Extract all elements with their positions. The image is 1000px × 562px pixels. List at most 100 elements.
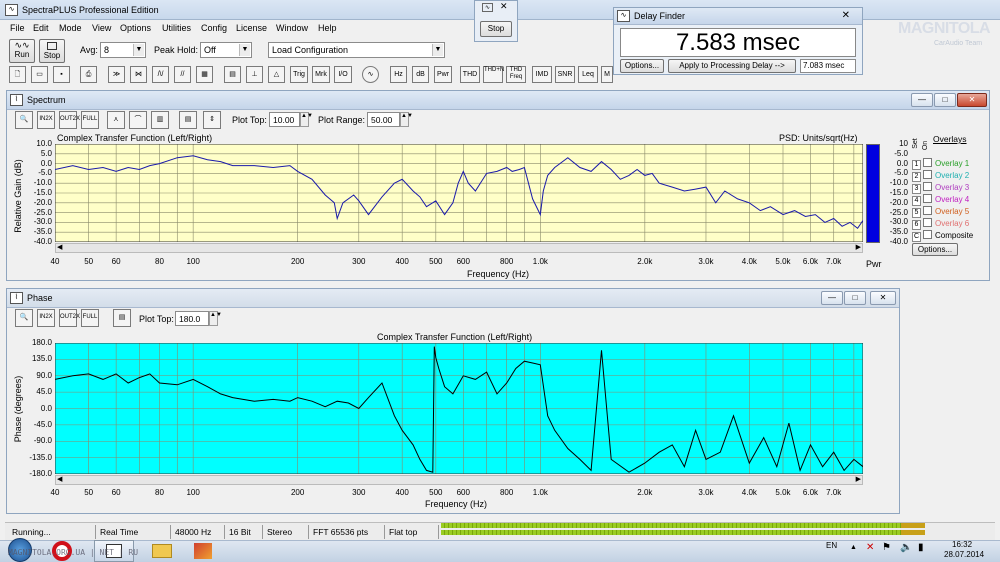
leq-button[interactable]: Leq [578, 66, 598, 83]
menu-mode[interactable]: Mode [59, 23, 82, 33]
menu-license[interactable]: License [236, 23, 267, 33]
stop-button[interactable]: Stop [39, 39, 65, 63]
phase-plot-top-spinner[interactable]: ▲▼ [209, 311, 222, 326]
overlay-row-composite[interactable]: C Composite [912, 230, 973, 242]
load-config-select[interactable]: Load Configuration ▼ [268, 42, 445, 58]
menu-view[interactable]: View [92, 23, 111, 33]
overlay-checkbox[interactable] [923, 158, 932, 167]
clock-date[interactable]: 28.07.2014 [944, 550, 984, 559]
triangle-icon[interactable]: △ [268, 66, 285, 83]
overlay-row-1[interactable]: 1 Overlay 1 [912, 158, 969, 170]
calc-icon[interactable]: ▤ [179, 111, 197, 129]
minimize-icon[interactable]: — [911, 93, 933, 107]
menu-options[interactable]: Options [120, 23, 151, 33]
overlay-options-button[interactable]: Options... [912, 243, 958, 256]
mrk-button[interactable]: Mrk [312, 66, 330, 83]
zoom-full-icon[interactable]: FULL [81, 309, 99, 327]
peak-hold-select[interactable]: Off ▼ [200, 42, 252, 58]
paint-taskbar-icon[interactable] [188, 540, 218, 562]
zoom-full-icon[interactable]: FULL [81, 111, 99, 129]
tray-arrow-icon[interactable]: ▲ [850, 544, 857, 551]
thdn-button[interactable]: THD+N [483, 66, 504, 83]
overlay-checkbox[interactable] [923, 182, 932, 191]
delay-options-button[interactable]: Options... [620, 59, 664, 73]
io-button[interactable]: I/O [334, 66, 352, 83]
bar-display-icon[interactable]: ▥ [151, 111, 169, 129]
sine-icon[interactable]: ∿ [362, 66, 379, 83]
imd-button[interactable]: IMD [532, 66, 552, 83]
plot-range-spinner[interactable]: ▲▼ [400, 112, 413, 127]
scroll-right-icon[interactable]: ▶ [856, 475, 861, 483]
spectrum-scrollbar[interactable]: ◀ ▶ [55, 243, 863, 253]
calc-icon[interactable]: ▤ [113, 309, 131, 327]
scroll-right-icon[interactable]: ▶ [856, 243, 861, 251]
wave-icon[interactable]: /\/ [152, 66, 169, 83]
run-button[interactable]: ∿∿ Run [9, 39, 35, 63]
open-icon[interactable]: ▭ [31, 66, 48, 83]
trig-button[interactable]: Trig [290, 66, 308, 83]
spectrum-plot[interactable] [55, 144, 863, 242]
flag-icon[interactable]: ⚑ [882, 542, 891, 553]
calc-icon[interactable]: ▤ [224, 66, 241, 83]
snr-button[interactable]: SNR [555, 66, 575, 83]
sweep-icon[interactable]: // [174, 66, 191, 83]
overlay-row-2[interactable]: 2 Overlay 2 [912, 170, 969, 182]
overlay-row-6[interactable]: 6 Overlay 6 [912, 218, 969, 230]
scope-icon[interactable]: ⋈ [130, 66, 147, 83]
menu-edit[interactable]: Edit [33, 23, 49, 33]
peak-display-icon[interactable]: ⋏ [107, 111, 125, 129]
power-icon[interactable]: ▮ [918, 542, 924, 553]
maximize-icon[interactable]: □ [934, 93, 956, 107]
close-icon[interactable]: ✕ [842, 10, 850, 21]
overlay-set-button[interactable]: 3 [912, 184, 921, 194]
minimize-icon[interactable]: — [821, 291, 843, 305]
overlay-set-button[interactable]: 4 [912, 196, 921, 206]
overlay-row-5[interactable]: 5 Overlay 5 [912, 206, 969, 218]
menu-help[interactable]: Help [318, 23, 337, 33]
menu-file[interactable]: File [10, 23, 25, 33]
zoom-icon[interactable]: 🔍 [15, 309, 33, 327]
new-icon[interactable]: 🗋 [9, 66, 26, 83]
thd-freq-button[interactable]: THD Freq [506, 66, 526, 83]
language-indicator[interactable]: EN [826, 541, 837, 550]
menu-config[interactable]: Config [201, 23, 227, 33]
zoom-icon[interactable]: 🔍 [15, 111, 33, 129]
zoom-out-2x-icon[interactable]: OUT2X [59, 309, 80, 327]
pwr-button[interactable]: Pwr [434, 66, 452, 83]
plot-top-spinner[interactable]: ▲▼ [300, 112, 313, 127]
thd-button[interactable]: THD [460, 66, 480, 83]
hz-button[interactable]: Hz [390, 66, 407, 83]
line-display-icon[interactable]: ⌒ [129, 111, 147, 129]
m-button[interactable]: M [601, 66, 613, 83]
overlay-set-button[interactable]: 5 [912, 208, 921, 218]
overlay-checkbox[interactable] [923, 218, 932, 227]
scroll-left-icon[interactable]: ◀ [57, 475, 62, 483]
composite-set-button[interactable]: C [912, 232, 921, 242]
apply-delay-button[interactable]: Apply to Processing Delay --> [668, 59, 796, 73]
clock-time[interactable]: 16:32 [952, 540, 972, 549]
db-button[interactable]: dB [412, 66, 429, 83]
delay-field[interactable]: 7.083 msec [800, 59, 856, 73]
menu-window[interactable]: Window [276, 23, 308, 33]
zoom-in-2x-icon[interactable]: IN2X [37, 111, 55, 129]
stop-popup-button[interactable]: Stop [480, 21, 512, 37]
overlay-checkbox[interactable] [923, 170, 932, 179]
phase-scrollbar[interactable]: ◀ ▶ [55, 475, 863, 485]
overlay-set-button[interactable]: 1 [912, 160, 921, 170]
maximize-icon[interactable]: □ [844, 291, 866, 305]
phase-plot[interactable] [55, 343, 863, 474]
overlay-row-3[interactable]: 3 Overlay 3 [912, 182, 969, 194]
overlay-checkbox[interactable] [923, 194, 932, 203]
speaker-icon[interactable]: 🔈 [900, 542, 912, 553]
plot-range-input[interactable]: 50.00 [367, 112, 400, 127]
overlay-row-4[interactable]: 4 Overlay 4 [912, 194, 969, 206]
zoom-out-2x-icon[interactable]: OUT2X [59, 111, 80, 129]
overlay-set-button[interactable]: 6 [912, 220, 921, 230]
composite-checkbox[interactable] [923, 230, 932, 239]
spectrogram-icon[interactable]: ▦ [196, 66, 213, 83]
explorer-taskbar-icon[interactable] [142, 540, 182, 562]
print-icon[interactable]: ⎙ [80, 66, 97, 83]
network-icon[interactable]: ✕ [866, 542, 874, 553]
close-icon[interactable]: ✕ [957, 93, 987, 107]
generator-icon[interactable]: ≫ [108, 66, 125, 83]
